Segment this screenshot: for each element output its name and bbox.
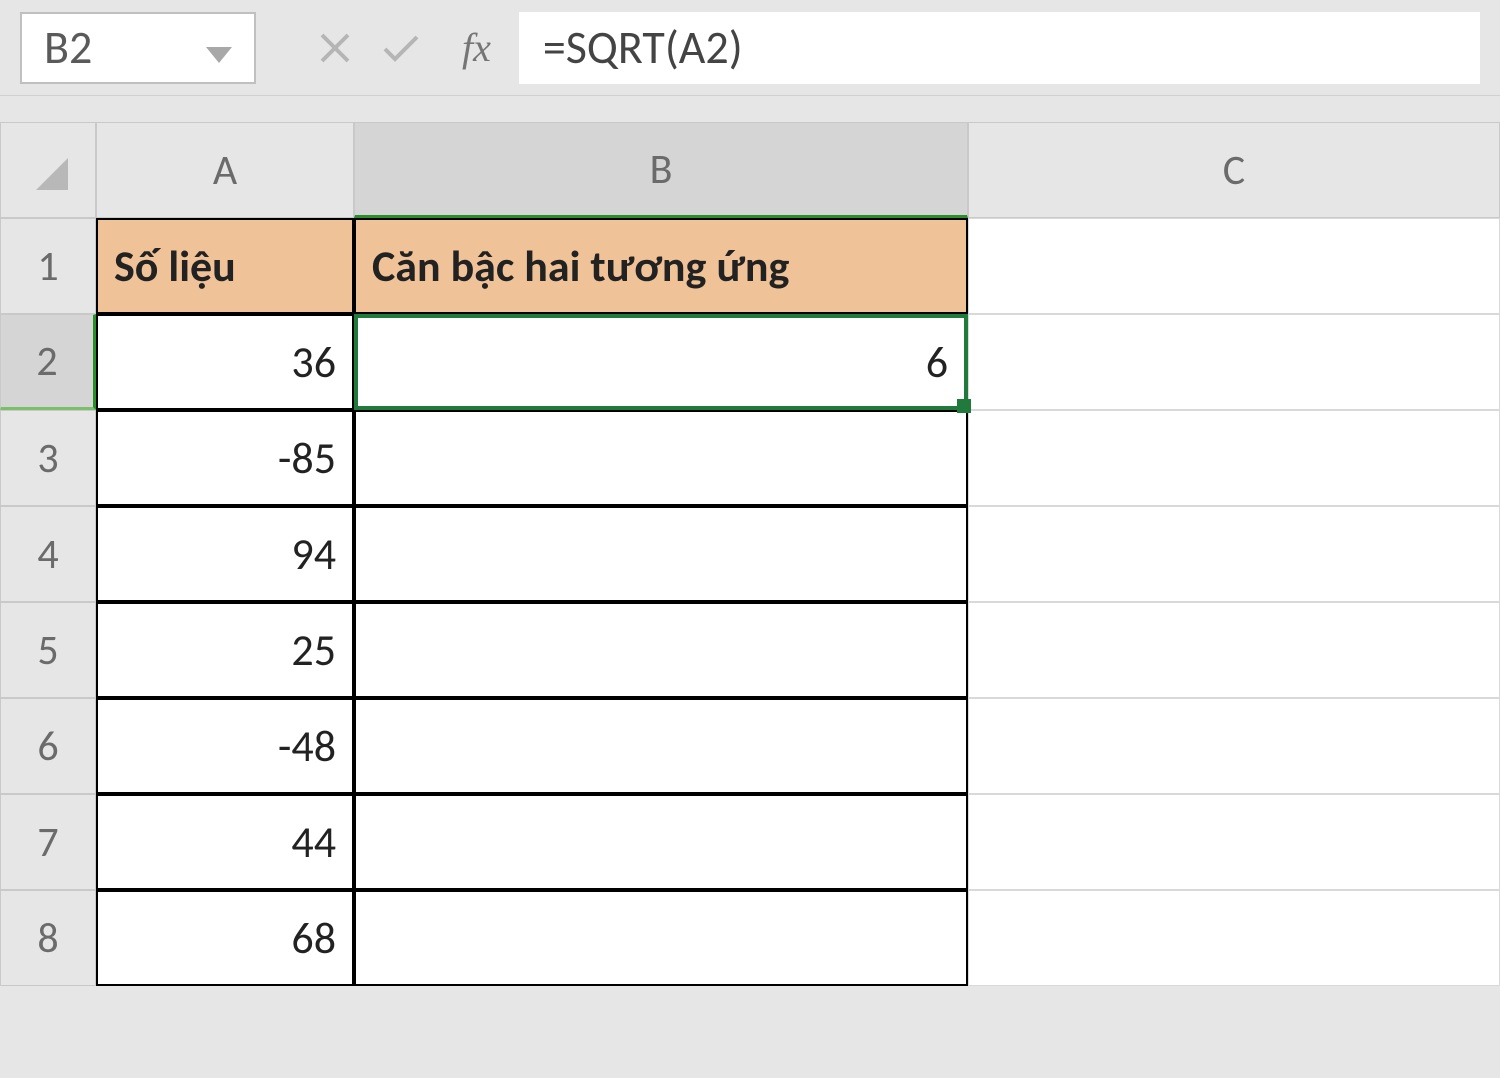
row-header-5[interactable]: 5: [0, 602, 96, 698]
cell-B4[interactable]: [354, 506, 968, 602]
row-header-2[interactable]: 2: [0, 314, 96, 410]
name-box-value: B2: [44, 20, 92, 76]
header-A-label: Số liệu: [114, 239, 236, 293]
cell-A1[interactable]: Số liệu: [96, 218, 354, 314]
cell-value: 25: [291, 623, 336, 677]
formula-text: =SQRT(A2): [543, 20, 743, 76]
cell-A3[interactable]: -85: [96, 410, 354, 506]
cell-B5[interactable]: [354, 602, 968, 698]
cell-A7[interactable]: 44: [96, 794, 354, 890]
spreadsheet-grid[interactable]: A B C 1 Số liệu Căn bậc hai tương ứng 2 …: [0, 122, 1500, 986]
cell-B2[interactable]: 6: [354, 314, 968, 410]
header-B-label: Căn bậc hai tương ứng: [372, 239, 789, 293]
cell-C1[interactable]: [968, 218, 1500, 314]
cell-A6[interactable]: -48: [96, 698, 354, 794]
cell-value: -85: [278, 431, 336, 485]
row-header-6[interactable]: 6: [0, 698, 96, 794]
name-box[interactable]: B2: [20, 12, 256, 84]
cell-value: 6: [926, 335, 948, 389]
cell-A4[interactable]: 94: [96, 506, 354, 602]
row-header-8[interactable]: 8: [0, 890, 96, 986]
cell-A2[interactable]: 36: [96, 314, 354, 410]
column-header-A[interactable]: A: [96, 122, 354, 218]
cell-value: 68: [291, 911, 336, 965]
enter-icon[interactable]: [368, 12, 434, 84]
cell-C4[interactable]: [968, 506, 1500, 602]
cancel-icon[interactable]: [302, 12, 368, 84]
cell-C8[interactable]: [968, 890, 1500, 986]
cell-A5[interactable]: 25: [96, 602, 354, 698]
formula-bar: B2 fx =SQRT(A2): [0, 0, 1500, 96]
row-header-4[interactable]: 4: [0, 506, 96, 602]
cell-B8[interactable]: [354, 890, 968, 986]
cell-B6[interactable]: [354, 698, 968, 794]
cell-C3[interactable]: [968, 410, 1500, 506]
select-all-corner[interactable]: [0, 122, 96, 218]
cell-C2[interactable]: [968, 314, 1500, 410]
cell-value: 44: [291, 815, 336, 869]
cell-B3[interactable]: [354, 410, 968, 506]
cell-C7[interactable]: [968, 794, 1500, 890]
row-header-3[interactable]: 3: [0, 410, 96, 506]
column-header-C[interactable]: C: [968, 122, 1500, 218]
cell-A8[interactable]: 68: [96, 890, 354, 986]
cell-B1[interactable]: Căn bậc hai tương ứng: [354, 218, 968, 314]
cell-value: 94: [291, 527, 336, 581]
cell-C6[interactable]: [968, 698, 1500, 794]
dropdown-icon[interactable]: [206, 20, 232, 76]
cell-value: -48: [278, 719, 336, 773]
row-header-7[interactable]: 7: [0, 794, 96, 890]
cell-value: 36: [291, 335, 336, 389]
row-header-1[interactable]: 1: [0, 218, 96, 314]
formula-input[interactable]: =SQRT(A2): [519, 12, 1480, 84]
cell-B7[interactable]: [354, 794, 968, 890]
cell-C5[interactable]: [968, 602, 1500, 698]
fx-icon[interactable]: fx: [434, 24, 519, 71]
column-header-B[interactable]: B: [354, 122, 968, 218]
formula-bar-buttons: fx: [302, 12, 519, 84]
